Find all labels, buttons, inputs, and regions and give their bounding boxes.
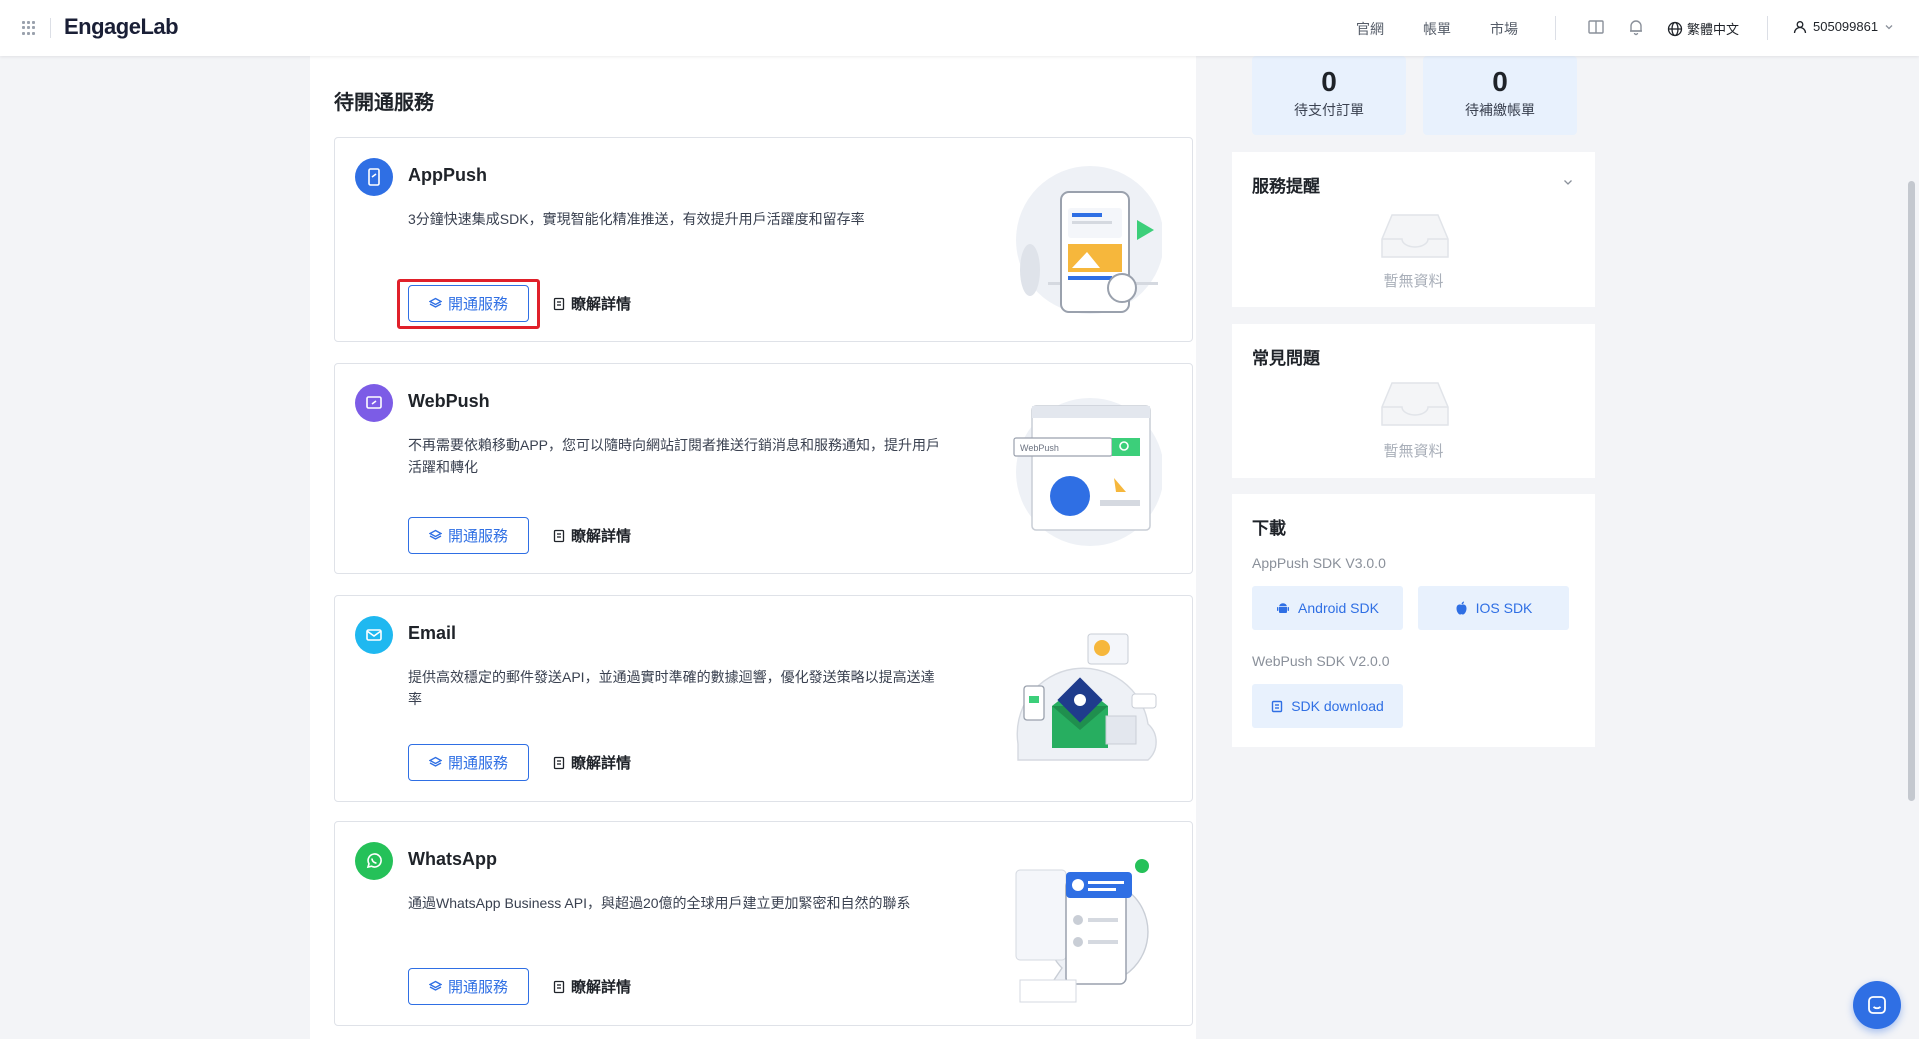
- chevron-down-icon[interactable]: [1562, 176, 1574, 188]
- web-push-icon: [355, 384, 393, 422]
- nav-market[interactable]: 市場: [1490, 19, 1518, 39]
- service-description: 提供高效穩定的郵件發送API，並通過實时準確的數據迴響，優化發送策略以提高送達率: [408, 669, 935, 707]
- document-icon: [553, 756, 565, 769]
- empty-inbox-icon: [1381, 214, 1449, 258]
- app-grid-icon[interactable]: [22, 21, 36, 35]
- android-icon: [1277, 603, 1290, 613]
- chat-support-button[interactable]: [1853, 981, 1901, 1029]
- open-service-button-apppush[interactable]: 開通服務: [408, 285, 529, 322]
- sdk-download-button[interactable]: SDK download: [1252, 684, 1403, 728]
- learn-more-button-webpush[interactable]: 瞭解詳情: [553, 517, 631, 554]
- empty-inbox-icon: [1381, 382, 1449, 426]
- service-name: AppPush: [408, 165, 487, 185]
- downloads-title: 下載: [1252, 519, 1286, 538]
- service-card-whatsapp: WhatsApp 通過WhatsApp Business API，與超過20億的…: [334, 821, 1193, 1026]
- chevron-down-icon: [1885, 24, 1893, 29]
- service-name: WebPush: [408, 391, 490, 411]
- document-icon: [553, 297, 565, 310]
- top-bar: EngageLab 官網 帳單 市場 繁體中文 505099861: [0, 0, 1919, 56]
- email-illustration: [1016, 633, 1157, 761]
- apppush-illustration: [1016, 166, 1162, 314]
- language-selector[interactable]: 繁體中文: [1667, 19, 1739, 38]
- open-service-label: 開通服務: [447, 296, 508, 313]
- logo[interactable]: EngageLab: [64, 14, 179, 40]
- user-menu[interactable]: 505099861: [1793, 19, 1894, 34]
- whatsapp-icon: [355, 842, 393, 880]
- android-sdk-button[interactable]: Android SDK: [1252, 586, 1403, 630]
- layers-icon: [428, 756, 442, 767]
- open-service-label: 開通服務: [447, 528, 508, 545]
- sdk-download-label: SDK download: [1291, 698, 1384, 714]
- scrollbar-thumb[interactable]: [1908, 181, 1915, 801]
- open-service-button-webpush[interactable]: 開通服務: [408, 517, 529, 554]
- globe-icon: [1667, 21, 1683, 36]
- document-icon: [553, 980, 565, 993]
- outstanding-bills-label: 待補繳帳單: [1465, 102, 1535, 118]
- pending-orders-card[interactable]: 0 待支付訂單: [1252, 56, 1406, 135]
- service-card-apppush: AppPush 3分鐘快速集成SDK，實現智能化精准推送，有效提升用戶活躍度和留…: [334, 137, 1193, 342]
- layers-icon: [428, 529, 442, 540]
- bell-icon[interactable]: [1627, 18, 1645, 36]
- divider: [1555, 16, 1556, 40]
- service-reminders-card: 服務提醒 暫無資料: [1232, 152, 1595, 307]
- faq-card: 常見問題 暫無資料: [1232, 324, 1595, 478]
- service-reminders-title: 服務提醒: [1252, 177, 1320, 196]
- whatsapp-illustration: [1015, 859, 1149, 1003]
- service-description: 3分鐘快速集成SDK，實現智能化精准推送，有效提升用戶活躍度和留存率: [408, 211, 865, 227]
- layers-icon: [428, 980, 442, 991]
- android-sdk-label: Android SDK: [1298, 600, 1379, 616]
- outstanding-bills-count: 0: [1492, 66, 1508, 97]
- open-service-label: 開通服務: [447, 755, 508, 772]
- chat-icon: [1868, 996, 1886, 1014]
- learn-more-button-whatsapp[interactable]: 瞭解詳情: [553, 968, 631, 1005]
- pending-services-panel: 待開通服務 AppPush 3分鐘快速集成SDK，實現智能化精准推送，有效提升用…: [310, 56, 1196, 1039]
- empty-state-text: 暫無資料: [1383, 443, 1444, 460]
- page-title: 待開通服務: [334, 92, 434, 114]
- apppush-sdk-version: AppPush SDK V3.0.0: [1252, 555, 1386, 571]
- illustration-search-text: WebPush: [1020, 443, 1059, 453]
- outstanding-bills-card[interactable]: 0 待補繳帳單: [1423, 56, 1577, 135]
- webpush-illustration: WebPush: [1013, 398, 1162, 546]
- downloads-card: 下載 AppPush SDK V3.0.0 Android SDK IOS SD…: [1232, 494, 1595, 747]
- nav-official-site[interactable]: 官網: [1356, 19, 1384, 39]
- service-name: WhatsApp: [408, 849, 497, 869]
- service-name: Email: [408, 623, 457, 643]
- service-description: 不再需要依賴移動APP，您可以隨時向網站訂閱者推送行銷消息和服務通知，提升用戶活…: [408, 437, 941, 475]
- document-icon: [553, 529, 565, 542]
- learn-more-label: 瞭解詳情: [571, 755, 632, 772]
- user-icon: [1793, 20, 1807, 33]
- user-id: 505099861: [1813, 19, 1879, 34]
- open-service-button-email[interactable]: 開通服務: [408, 744, 529, 781]
- nav-billing[interactable]: 帳單: [1423, 19, 1451, 39]
- service-description: 通過WhatsApp Business API，與超過20億的全球用戶建立更加緊…: [408, 895, 911, 911]
- ios-sdk-button[interactable]: IOS SDK: [1418, 586, 1569, 630]
- layers-icon: [428, 297, 442, 308]
- mail-icon: [355, 616, 393, 654]
- apple-icon: [1456, 601, 1467, 615]
- webpush-sdk-version: WebPush SDK V2.0.0: [1252, 653, 1390, 669]
- language-label: 繁體中文: [1687, 22, 1740, 37]
- pending-orders-label: 待支付訂單: [1294, 102, 1364, 118]
- learn-more-label: 瞭解詳情: [571, 296, 632, 313]
- service-card-webpush: WebPush 不再需要依賴移動APP，您可以隨時向網站訂閱者推送行銷消息和服務…: [334, 363, 1193, 574]
- ios-sdk-label: IOS SDK: [1475, 600, 1533, 616]
- phone-push-icon: [355, 158, 393, 196]
- divider: [1767, 16, 1768, 40]
- divider: [50, 18, 51, 38]
- learn-more-button-apppush[interactable]: 瞭解詳情: [553, 285, 631, 322]
- service-card-email: Email 提供高效穩定的郵件發送API，並通過實时準確的數據迴響，優化發送策略…: [334, 595, 1193, 802]
- open-service-label: 開通服務: [447, 979, 508, 996]
- scrollbar[interactable]: [1903, 56, 1919, 1039]
- book-icon[interactable]: [1587, 18, 1605, 36]
- learn-more-button-email[interactable]: 瞭解詳情: [553, 744, 631, 781]
- learn-more-label: 瞭解詳情: [571, 528, 632, 545]
- pending-orders-count: 0: [1321, 66, 1337, 97]
- open-service-button-whatsapp[interactable]: 開通服務: [408, 968, 529, 1005]
- empty-state-text: 暫無資料: [1383, 273, 1444, 290]
- download-doc-icon: [1271, 700, 1283, 712]
- learn-more-label: 瞭解詳情: [571, 979, 632, 996]
- faq-title: 常見問題: [1252, 349, 1320, 368]
